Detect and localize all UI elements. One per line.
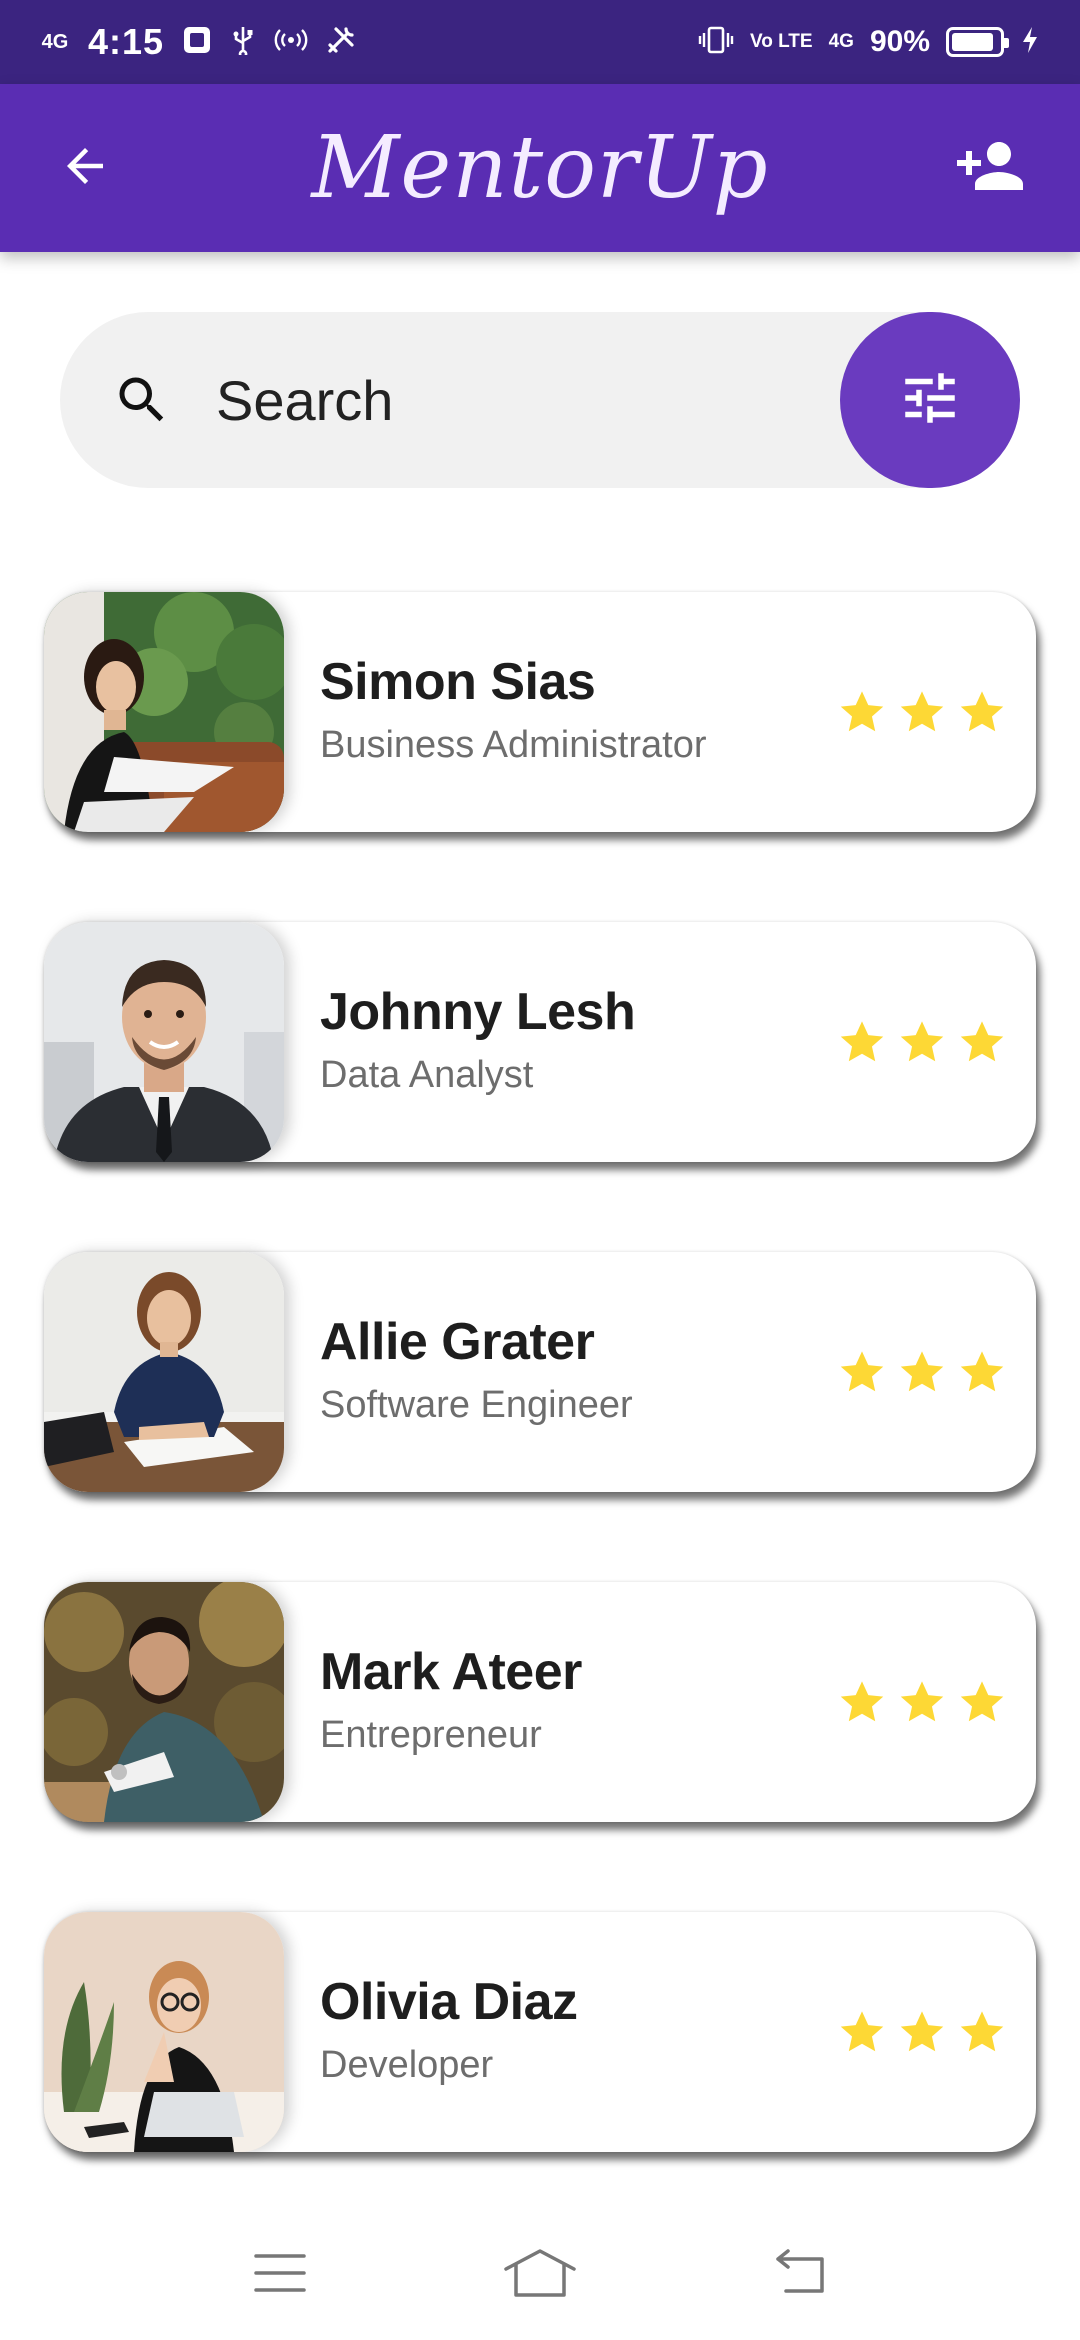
person-add-icon — [954, 130, 1026, 207]
mentor-role: Software Engineer — [320, 1384, 633, 1426]
filter-button[interactable] — [840, 312, 1020, 488]
mentor-info: Simon Sias Business Administrator — [320, 651, 836, 773]
clock: 4:15 — [88, 21, 165, 62]
mentor-info: Mark Ateer Entrepreneur — [320, 1641, 836, 1763]
notification-app-icon — [182, 25, 212, 60]
mentor-name: Simon Sias — [320, 653, 596, 711]
mentor-info: Olivia Diaz Developer — [320, 1971, 836, 2093]
mentor-name: Olivia Diaz — [320, 1973, 578, 2031]
volte-indicator: Vo LTE — [749, 31, 813, 52]
avatar — [44, 1912, 284, 2152]
mentor-info: Johnny Lesh Data Analyst — [320, 981, 836, 1103]
status-right: Vo LTE 4G 90% — [698, 25, 1040, 60]
vibrate-icon — [698, 25, 734, 60]
back-nav-button[interactable] — [755, 2240, 845, 2310]
mentor-card[interactable]: Olivia Diaz Developer — [44, 1912, 1036, 2152]
star-icon — [900, 2011, 944, 2052]
star-icon — [840, 1351, 884, 1392]
tools-icon — [326, 25, 356, 60]
status-bar: 4G 4:15 Vo LTE 4G 90% — [0, 0, 1080, 84]
star-icon — [900, 1681, 944, 1722]
charging-icon — [1020, 25, 1040, 60]
network-indicator: 4G — [41, 31, 69, 53]
mentor-card[interactable]: Mark Ateer Entrepreneur — [44, 1582, 1036, 1822]
tune-icon — [897, 365, 963, 436]
mentor-role: Entrepreneur — [320, 1714, 542, 1756]
home-icon — [502, 2247, 578, 2304]
mentor-name: Mark Ateer — [320, 1643, 582, 1701]
star-icon — [840, 1021, 884, 1062]
star-rating — [836, 2006, 1008, 2058]
mentor-role: Data Analyst — [320, 1054, 534, 1096]
back-icon — [770, 2248, 830, 2302]
system-nav-bar — [0, 2210, 1080, 2340]
battery-percent: 90% — [869, 25, 930, 58]
search-input[interactable] — [216, 367, 776, 433]
mentor-info: Allie Grater Software Engineer — [320, 1311, 836, 1433]
mentor-card[interactable]: Allie Grater Software Engineer — [44, 1252, 1036, 1492]
avatar — [44, 1582, 284, 1822]
star-rating — [836, 1346, 1008, 1398]
star-rating — [836, 1016, 1008, 1068]
star-icon — [840, 691, 884, 732]
avatar — [44, 592, 284, 832]
recent-apps-button[interactable] — [235, 2240, 325, 2310]
mentor-role: Developer — [320, 2044, 494, 2086]
star-icon — [960, 2011, 1004, 2052]
star-icon — [900, 691, 944, 732]
avatar — [44, 1252, 284, 1492]
star-icon — [900, 1351, 944, 1392]
mentor-list: Simon Sias Business Administrator Johnny… — [44, 592, 1036, 2242]
mentor-card[interactable]: Johnny Lesh Data Analyst — [44, 922, 1036, 1162]
mentor-name: Johnny Lesh — [320, 983, 636, 1041]
battery-icon — [946, 27, 1009, 57]
mentor-role: Business Administrator — [320, 724, 707, 766]
network-indicator-right: 4G — [828, 31, 854, 52]
star-icon — [840, 1681, 884, 1722]
star-icon — [960, 1021, 1004, 1062]
back-button[interactable] — [50, 133, 120, 203]
screen: 4G 4:15 Vo LTE 4G 90% MentorUp Search Si… — [0, 0, 1080, 2340]
star-rating — [836, 686, 1008, 738]
star-rating — [836, 1676, 1008, 1728]
star-icon — [900, 1021, 944, 1062]
star-icon — [960, 1681, 1004, 1722]
arrow-back-icon — [58, 139, 112, 198]
mentor-card[interactable]: Simon Sias Business Administrator — [44, 592, 1036, 832]
avatar — [44, 922, 284, 1162]
status-left: 4G 4:15 — [40, 21, 356, 63]
search-icon — [110, 368, 174, 432]
usb-icon — [230, 25, 256, 60]
star-icon — [840, 2011, 884, 2052]
home-button[interactable] — [495, 2240, 585, 2310]
hotspot-icon — [274, 25, 308, 60]
star-icon — [960, 691, 1004, 732]
app-bar: MentorUp — [0, 84, 1080, 252]
app-title: MentorUp — [311, 118, 769, 218]
search-row — [60, 312, 1020, 488]
battery-fill — [952, 33, 994, 51]
star-icon — [960, 1351, 1004, 1392]
menu-icon — [252, 2250, 308, 2301]
add-mentor-button[interactable] — [950, 133, 1030, 203]
mentor-name: Allie Grater — [320, 1313, 595, 1371]
